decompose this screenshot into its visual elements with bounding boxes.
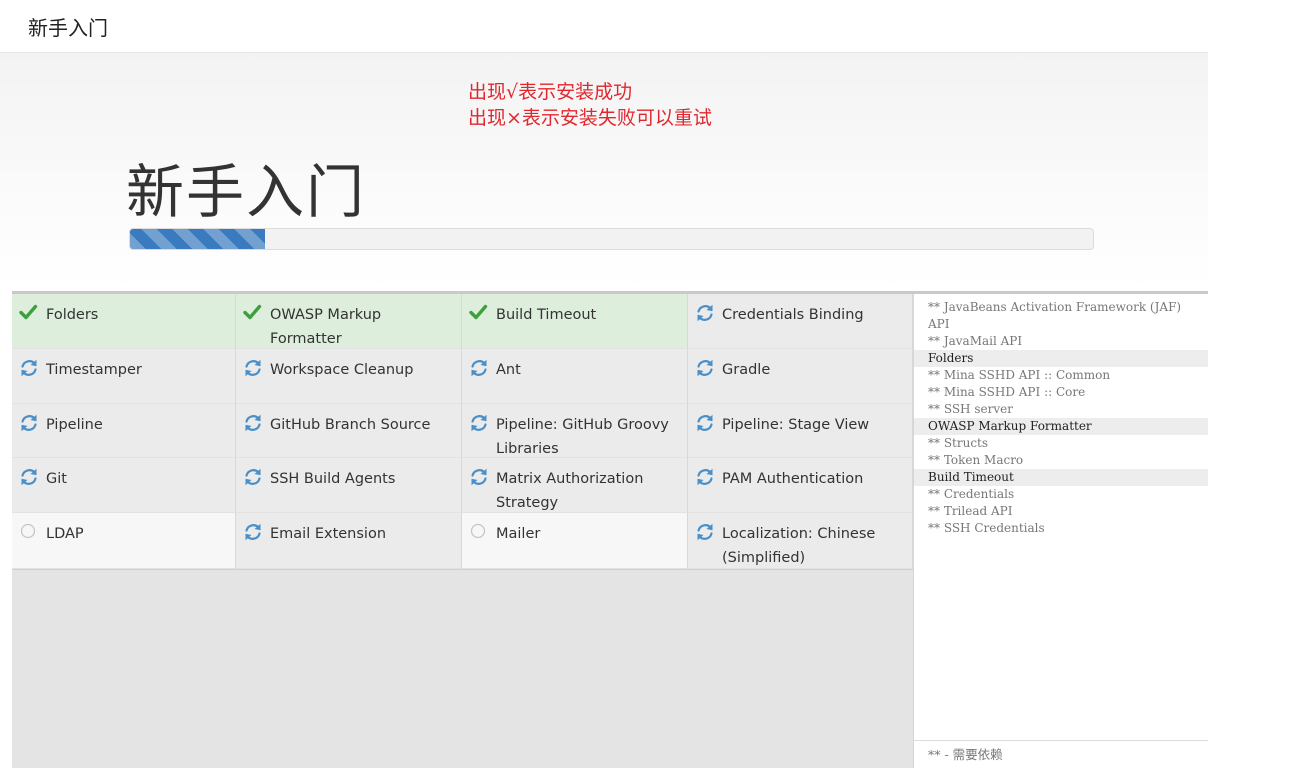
refresh-icon [18, 412, 40, 434]
plugin-item: Folders [12, 294, 236, 349]
refresh-icon [242, 466, 264, 488]
plugin-item: OWASP Markup Formatter [236, 294, 462, 349]
plugin-item: Ant [462, 349, 688, 404]
log-dependency-line: ** Trilead API [928, 504, 1013, 518]
plugin-name: Build Timeout [496, 307, 597, 323]
plugin-name: Localization: Chinese (Simplified) [722, 526, 876, 566]
plugin-name: Pipeline: Stage View [722, 417, 870, 433]
log-dependency-line: ** Structs [928, 436, 989, 450]
log-footer: ** - 需要依赖 [914, 740, 1208, 768]
refresh-icon [694, 302, 716, 324]
refresh-icon [18, 466, 40, 488]
plugin-name: LDAP [46, 526, 84, 542]
hero-section: 出现√表示安装成功 出现×表示安装失败可以重试 新手入门 [0, 53, 1208, 291]
log-plugin-heading: Build Timeout [914, 469, 1208, 486]
plugin-name: Workspace Cleanup [270, 362, 414, 378]
plugin-name: Mailer [496, 526, 541, 542]
refresh-icon [18, 357, 40, 379]
page-title: 新手入门 [126, 158, 367, 226]
plugin-item: Gradle [688, 349, 913, 404]
plugin-grid: Folders OWASP Markup Formatter Build Timeo… [12, 294, 913, 570]
install-progress-bar [129, 228, 1094, 250]
plugin-name: SSH Build Agents [270, 471, 396, 487]
refresh-icon [468, 412, 490, 434]
plugin-item: Localization: Chinese (Simplified) [688, 513, 913, 569]
plugin-name: OWASP Markup Formatter [270, 307, 382, 347]
log-dependency-line: ** Token Macro [928, 453, 1024, 467]
install-note: 出现√表示安装成功 出现×表示安装失败可以重试 [468, 79, 712, 131]
plugin-name: Email Extension [270, 526, 387, 542]
plugin-name: Pipeline [46, 417, 103, 433]
plugin-item: PAM Authentication [688, 458, 913, 513]
install-progress-fill [130, 229, 265, 249]
log-plugin-heading: OWASP Markup Formatter [914, 418, 1208, 435]
plugin-item: GitHub Branch Source [236, 404, 462, 458]
plugin-item: Credentials Binding [688, 294, 913, 349]
plugin-name: Credentials Binding [722, 307, 864, 323]
install-log[interactable]: ** JavaBeans Activation Framework (JAF) … [913, 294, 1208, 768]
top-bar: 新手入门 [0, 0, 1208, 53]
plugin-name: Git [46, 471, 67, 487]
log-dependency-line: ** Mina SSHD API :: Common [928, 368, 1111, 382]
install-log-lines: ** JavaBeans Activation Framework (JAF) … [914, 299, 1208, 537]
circle-icon [468, 521, 490, 543]
log-plugin-heading: Folders [914, 350, 1208, 367]
plugin-item: Pipeline [12, 404, 236, 458]
refresh-icon [694, 521, 716, 543]
note-line-success: 出现√表示安装成功 [468, 81, 633, 103]
plugin-item: Build Timeout [462, 294, 688, 349]
refresh-icon [468, 466, 490, 488]
plugin-name: Timestamper [46, 362, 142, 378]
plugin-item: Pipeline: Stage View [688, 404, 913, 458]
plugin-item: LDAP [12, 513, 236, 569]
log-dependency-line: ** JavaMail API [928, 334, 1023, 348]
refresh-icon [242, 521, 264, 543]
refresh-icon [694, 412, 716, 434]
plugin-item: Timestamper [12, 349, 236, 404]
plugin-name: Pipeline: GitHub Groovy Libraries [496, 417, 669, 457]
plugin-install-panel: Folders OWASP Markup Formatter Build Timeo… [12, 291, 1208, 768]
plugin-name: Folders [46, 307, 99, 323]
log-dependency-line: ** Mina SSHD API :: Core [928, 385, 1086, 399]
refresh-icon [694, 466, 716, 488]
log-dependency-line: ** SSH server [928, 402, 1013, 416]
plugin-name: GitHub Branch Source [270, 417, 431, 433]
plugin-name: Gradle [722, 362, 771, 378]
note-line-failure: 出现×表示安装失败可以重试 [468, 107, 712, 129]
plugin-item: SSH Build Agents [236, 458, 462, 513]
circle-icon [18, 521, 40, 543]
plugin-item: Matrix Authorization Strategy [462, 458, 688, 513]
log-dependency-line: ** SSH Credentials [928, 521, 1045, 535]
check-icon [242, 302, 264, 324]
plugin-name: Ant [496, 362, 521, 378]
refresh-icon [468, 357, 490, 379]
refresh-icon [242, 412, 264, 434]
log-dependency-line: ** JavaBeans Activation Framework (JAF) … [928, 300, 1182, 331]
header-title: 新手入门 [28, 16, 108, 40]
plugin-item: Pipeline: GitHub Groovy Libraries [462, 404, 688, 458]
plugin-item: Git [12, 458, 236, 513]
refresh-icon [694, 357, 716, 379]
plugin-item: Mailer [462, 513, 688, 569]
plugin-name: PAM Authentication [722, 471, 864, 487]
plugin-name: Matrix Authorization Strategy [496, 471, 644, 511]
refresh-icon [242, 357, 264, 379]
log-dependency-line: ** Credentials [928, 487, 1015, 501]
plugin-item: Email Extension [236, 513, 462, 569]
check-icon [468, 302, 490, 324]
plugin-item: Workspace Cleanup [236, 349, 462, 404]
check-icon [18, 302, 40, 324]
